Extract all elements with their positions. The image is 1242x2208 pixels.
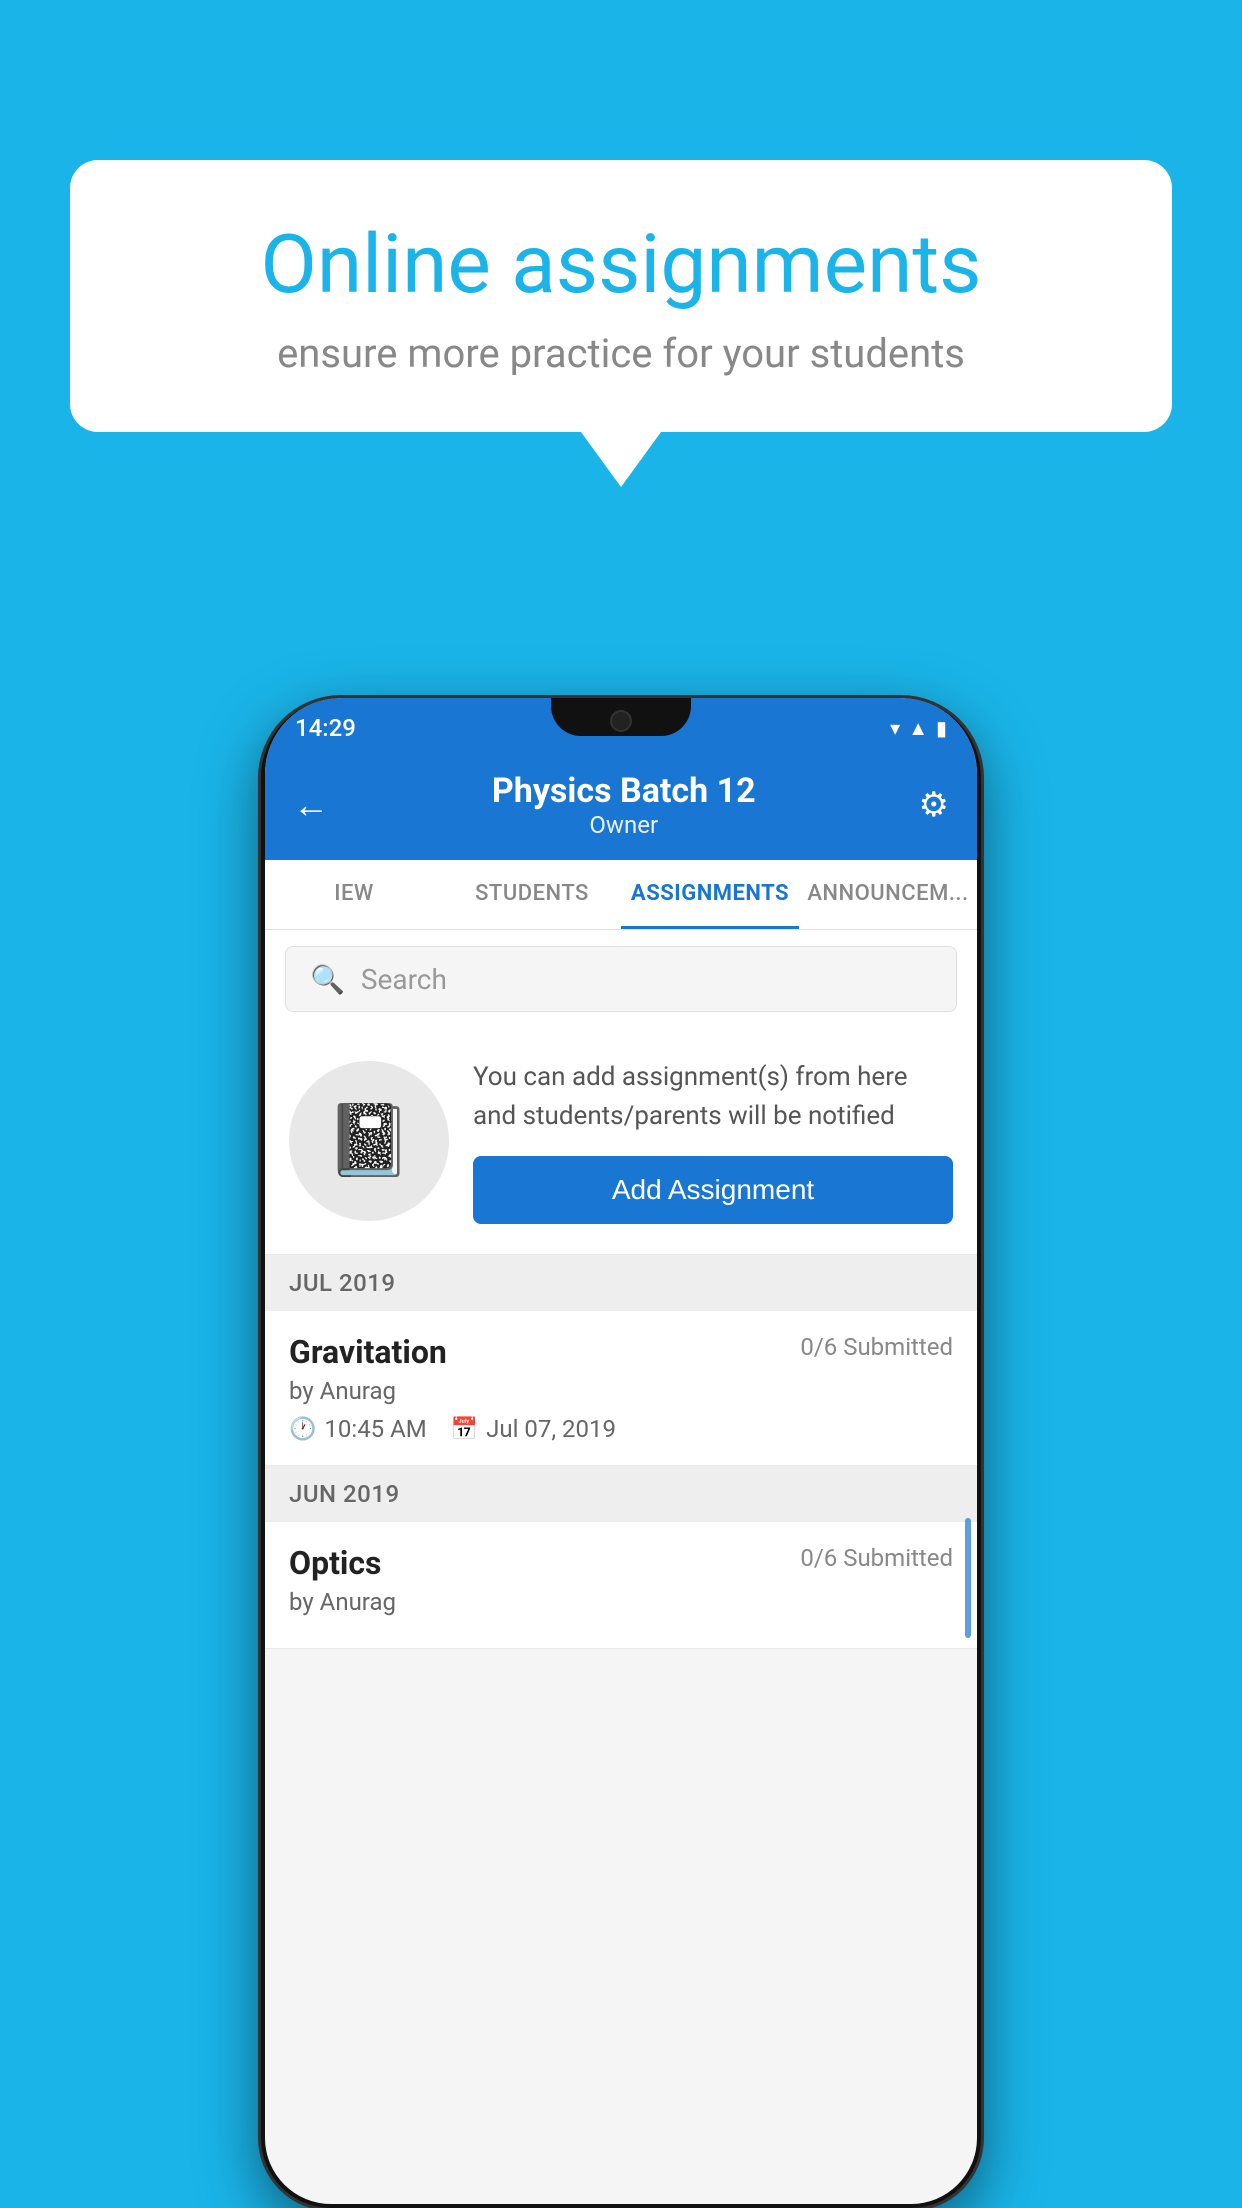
- calendar-icon: 📅: [451, 1417, 478, 1442]
- assignment-name: Gravitation: [289, 1333, 447, 1371]
- settings-icon[interactable]: ⚙: [919, 785, 949, 825]
- assignment-item-gravitation[interactable]: Gravitation 0/6 Submitted by Anurag 🕐 10…: [265, 1311, 977, 1466]
- phone-screen: 14:29 ▾ ▲ ▮ ← Physics Batch 12 Owner ⚙ I…: [265, 698, 977, 2204]
- search-container: 🔍 Search: [265, 930, 977, 1028]
- phone-frame: 14:29 ▾ ▲ ▮ ← Physics Batch 12 Owner ⚙ I…: [261, 698, 981, 2208]
- app-header: ← Physics Batch 12 Owner ⚙: [265, 750, 977, 860]
- search-bar[interactable]: 🔍 Search: [285, 946, 957, 1012]
- tab-students[interactable]: STUDENTS: [443, 860, 621, 929]
- assignment-date: Jul 07, 2019: [486, 1415, 616, 1443]
- phone-notch: [551, 698, 691, 736]
- assignment-author-optics: by Anurag: [289, 1588, 953, 1616]
- promo-icon-circle: 📓: [289, 1061, 449, 1221]
- tabs-bar: IEW STUDENTS ASSIGNMENTS ANNOUNCEM...: [265, 860, 977, 930]
- assignment-item-optics[interactable]: Optics 0/6 Submitted by Anurag: [265, 1522, 977, 1649]
- month-header-jul: JUL 2019: [265, 1255, 977, 1311]
- assignment-time: 10:45 AM: [324, 1415, 426, 1443]
- status-icons: ▾ ▲ ▮: [890, 716, 947, 741]
- batch-title: Physics Batch 12: [492, 771, 756, 811]
- phone-camera: [610, 710, 632, 732]
- tab-assignments[interactable]: ASSIGNMENTS: [621, 860, 799, 929]
- assignment-author: by Anurag: [289, 1377, 953, 1405]
- tab-announcements[interactable]: ANNOUNCEM...: [799, 860, 977, 929]
- batch-owner-label: Owner: [492, 811, 756, 839]
- search-icon: 🔍: [310, 963, 345, 996]
- promo-title: Online assignments: [140, 220, 1102, 310]
- assignment-row1: Gravitation 0/6 Submitted: [289, 1333, 953, 1371]
- battery-icon: ▮: [936, 716, 947, 740]
- status-time: 14:29: [295, 714, 356, 742]
- promo-content: You can add assignment(s) from here and …: [473, 1058, 953, 1224]
- promo-card: Online assignments ensure more practice …: [70, 160, 1172, 487]
- search-placeholder: Search: [361, 963, 447, 996]
- add-assignment-button[interactable]: Add Assignment: [473, 1156, 953, 1224]
- scroll-indicator: [965, 1518, 971, 1638]
- assignment-time-meta: 🕐 10:45 AM: [289, 1415, 427, 1443]
- promo-description: You can add assignment(s) from here and …: [473, 1058, 953, 1136]
- tab-iew[interactable]: IEW: [265, 860, 443, 929]
- assignment-meta: 🕐 10:45 AM 📅 Jul 07, 2019: [289, 1415, 953, 1443]
- wifi-icon: ▾: [890, 716, 900, 740]
- assignment-date-meta: 📅 Jul 07, 2019: [451, 1415, 616, 1443]
- notebook-icon: 📓: [325, 1100, 412, 1182]
- speech-bubble: Online assignments ensure more practice …: [70, 160, 1172, 432]
- promo-section: 📓 You can add assignment(s) from here an…: [265, 1028, 977, 1255]
- signal-icon: ▲: [908, 716, 928, 741]
- back-button[interactable]: ←: [293, 784, 329, 826]
- month-header-jun: JUN 2019: [265, 1466, 977, 1522]
- assignment-name-optics: Optics: [289, 1544, 381, 1582]
- speech-bubble-tail: [581, 432, 661, 487]
- assignment-row1-optics: Optics 0/6 Submitted: [289, 1544, 953, 1582]
- promo-subtitle: ensure more practice for your students: [140, 330, 1102, 377]
- assignment-submitted: 0/6 Submitted: [800, 1333, 953, 1361]
- assignment-submitted-optics: 0/6 Submitted: [800, 1544, 953, 1572]
- header-center: Physics Batch 12 Owner: [492, 771, 756, 839]
- clock-icon: 🕐: [289, 1417, 316, 1442]
